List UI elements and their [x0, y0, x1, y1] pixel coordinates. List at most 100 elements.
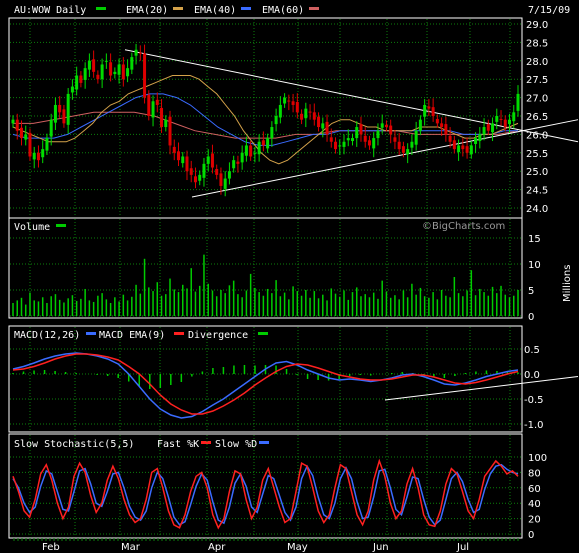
candle-body	[367, 140, 371, 146]
candle-body	[70, 86, 74, 93]
candle-body	[338, 145, 342, 147]
candle-body	[87, 60, 91, 70]
candle-body	[418, 119, 422, 131]
slow-d-swatch	[259, 441, 269, 444]
volume-tick-label: 15	[528, 234, 541, 245]
candle-body	[117, 64, 121, 75]
candle-body	[189, 168, 193, 175]
candle-body	[304, 108, 308, 119]
candle-body	[372, 138, 376, 149]
candle-body	[376, 130, 380, 139]
stoch-tick-label: 80	[528, 468, 541, 479]
candle-body	[253, 152, 257, 154]
candle-body	[312, 112, 316, 120]
candle-body	[100, 64, 104, 80]
candle-body	[143, 53, 147, 98]
candle-body	[512, 112, 516, 122]
symbol-swatch	[96, 7, 106, 10]
divergence-label: Divergence	[188, 330, 248, 341]
candle-body	[482, 127, 486, 135]
volume-swatch	[56, 224, 66, 227]
candle-body	[45, 138, 49, 151]
candle-body	[215, 168, 219, 175]
stoch-tick-label: 60	[528, 484, 541, 495]
price-tick-label: 24.0	[526, 204, 548, 215]
candle-body	[15, 119, 19, 131]
candle-body	[474, 138, 478, 144]
stock-chart: 29.0 28.5 28.0 27.5 27.0 26.5 26.0 25.5 25.0 24.5…	[0, 0, 579, 553]
candle-body	[495, 116, 499, 122]
candle-body	[291, 101, 295, 105]
candle-body	[193, 176, 197, 183]
candle-body	[126, 68, 130, 77]
candle-body	[469, 145, 473, 155]
volume-tick-label: 5	[528, 286, 534, 297]
candle-body	[325, 121, 329, 135]
candle-body	[300, 113, 304, 120]
candle-body	[121, 64, 125, 80]
candle-body	[24, 134, 28, 140]
candle-body	[96, 74, 100, 80]
macd-tick-label: 0.0	[524, 370, 540, 381]
candle-body	[278, 104, 282, 118]
candle-body	[83, 68, 87, 80]
candle-body	[134, 49, 138, 56]
candle-body	[384, 124, 388, 128]
candle-body	[28, 132, 32, 157]
candle-body	[257, 141, 261, 155]
fast-k-label: Fast %K	[157, 439, 199, 450]
price-tick-label: 28.5	[526, 38, 548, 49]
macd-label: MACD(12,26)	[14, 330, 80, 341]
candle-body	[210, 153, 214, 168]
candle-body	[508, 119, 512, 125]
candle-body	[227, 171, 231, 179]
candle-body	[249, 145, 253, 157]
ema20-swatch	[173, 7, 183, 10]
candle-body	[164, 119, 168, 128]
candle-body	[329, 137, 333, 142]
price-tick-label: 26.5	[526, 112, 548, 123]
candle-body	[92, 59, 96, 72]
candle-body	[397, 141, 401, 150]
candle-body	[32, 152, 36, 160]
candle-body	[138, 52, 142, 54]
candle-body	[104, 60, 108, 62]
candle-body	[172, 146, 176, 153]
price-tick-label: 24.5	[526, 186, 548, 197]
candle-body	[363, 135, 367, 142]
candle-body	[389, 125, 393, 135]
price-tick-label: 29.0	[526, 20, 548, 31]
x-tick-label: Feb	[42, 542, 60, 553]
candle-body	[401, 146, 405, 153]
candle-body	[270, 127, 274, 139]
candle-body	[261, 140, 265, 146]
candle-body	[147, 94, 151, 116]
volume-axis-title: Millions	[562, 265, 573, 302]
candle-body	[113, 71, 117, 75]
candle-body	[295, 102, 299, 113]
fast-k-swatch	[201, 441, 211, 444]
candle-body	[342, 141, 346, 147]
candle-body	[346, 138, 350, 141]
ema40-label: EMA(40)	[194, 5, 236, 16]
ema60-swatch	[309, 7, 319, 10]
candle-body	[36, 152, 40, 161]
candle-body	[151, 101, 155, 118]
candle-body	[58, 104, 62, 113]
candle-body	[79, 75, 83, 83]
candle-body	[19, 127, 23, 139]
candle-body	[308, 111, 312, 113]
stoch-tick-label: 0	[528, 530, 534, 541]
macd-swatch	[86, 332, 96, 335]
candle-body	[177, 151, 181, 161]
candle-body	[410, 141, 414, 148]
candle-body	[287, 100, 291, 102]
candle-body	[321, 123, 325, 129]
candle-body	[406, 149, 410, 155]
price-tick-label: 25.5	[526, 149, 548, 160]
candle-body	[380, 123, 384, 128]
candle-body	[516, 93, 520, 111]
candle-body	[202, 163, 206, 178]
price-tick-label: 27.5	[526, 75, 548, 86]
candle-body	[457, 145, 461, 153]
